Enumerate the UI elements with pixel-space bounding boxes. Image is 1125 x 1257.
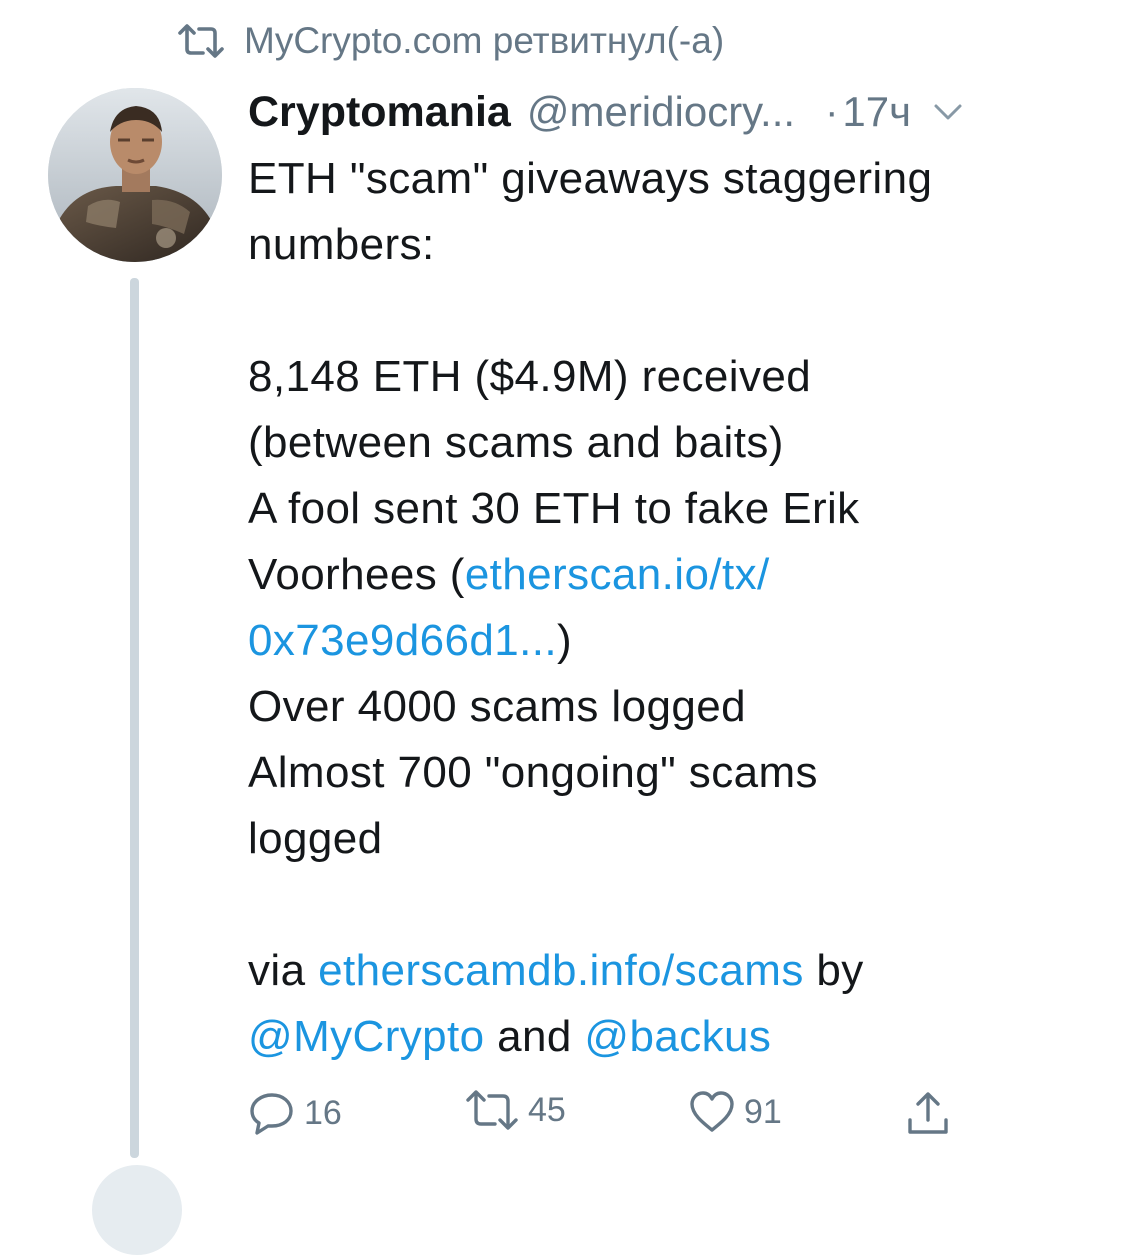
tweet-line: logged (248, 814, 383, 863)
retweet-header[interactable]: MyCrypto.com ретвитнул(-а) (176, 16, 724, 66)
retweet-count: 45 (528, 1090, 566, 1129)
avatar-image (48, 88, 222, 262)
tweet-line: via etherscamdb.info/scams by (248, 938, 1093, 1004)
share-icon (904, 1090, 952, 1138)
tweet-line: A fool sent 30 ETH to fake Erik (248, 484, 860, 533)
retweet-button[interactable]: 45 (464, 1090, 566, 1130)
more-options-button[interactable] (933, 102, 963, 122)
retweeted-by-text[interactable]: MyCrypto.com ретвитнул(-а) (244, 20, 724, 62)
heart-icon (688, 1090, 736, 1134)
mention-backus[interactable]: @backus (584, 1012, 771, 1061)
etherscamdb-link[interactable]: etherscamdb.info/scams (318, 946, 804, 995)
separator-dot: · (825, 89, 839, 134)
author-name[interactable]: Cryptomania (248, 88, 511, 137)
tweet-line: @MyCrypto and @backus (248, 1004, 1093, 1070)
tweet-line-text: by (803, 946, 864, 995)
tweet-line-text: and (484, 1012, 585, 1061)
tweet-line: Voorhees (etherscan.io/tx/ (248, 542, 1093, 608)
mention-mycrypto[interactable]: @MyCrypto (248, 1012, 485, 1061)
reply-icon (248, 1090, 296, 1136)
tweet-line: 0x73e9d66d1...) (248, 608, 1093, 674)
tweet-line: ETH "scam" giveaways staggering (248, 154, 933, 203)
tweet-actions: 16 45 91 (248, 1090, 988, 1146)
tweet-line: 8,148 ETH ($4.9M) received (248, 352, 812, 401)
share-button[interactable] (904, 1090, 952, 1138)
tweet-line-text: Voorhees ( (248, 550, 465, 599)
timestamp[interactable]: 17ч (842, 88, 911, 136)
like-button[interactable]: 91 (688, 1090, 782, 1134)
tweet-text: ETH "scam" giveaways staggering numbers:… (248, 146, 1093, 1070)
tweet-line: (between scams and baits) (248, 418, 784, 467)
etherscan-link-cont[interactable]: 0x73e9d66d1... (248, 616, 557, 665)
author-avatar[interactable] (48, 88, 222, 262)
tweet-line-text: ) (556, 616, 573, 665)
tweet-header: Cryptomania @meridiocry... · 17ч (248, 82, 1088, 142)
thread-line (130, 278, 139, 1158)
author-handle[interactable]: @meridiocry... (527, 88, 795, 136)
tweet-line-text: via (248, 946, 319, 995)
tweet-line: Over 4000 scams logged (248, 682, 746, 731)
reply-button[interactable]: 16 (248, 1090, 342, 1136)
next-tweet-avatar[interactable] (90, 1163, 184, 1257)
retweet-icon (176, 24, 226, 58)
tweet-line: Almost 700 "ongoing" scams (248, 748, 818, 797)
like-count: 91 (744, 1092, 782, 1131)
etherscan-link[interactable]: etherscan.io/tx/ (465, 550, 770, 599)
retweet-icon (464, 1090, 520, 1130)
chevron-down-icon (934, 104, 962, 120)
tweet-line: numbers: (248, 220, 435, 269)
reply-count: 16 (304, 1093, 342, 1132)
